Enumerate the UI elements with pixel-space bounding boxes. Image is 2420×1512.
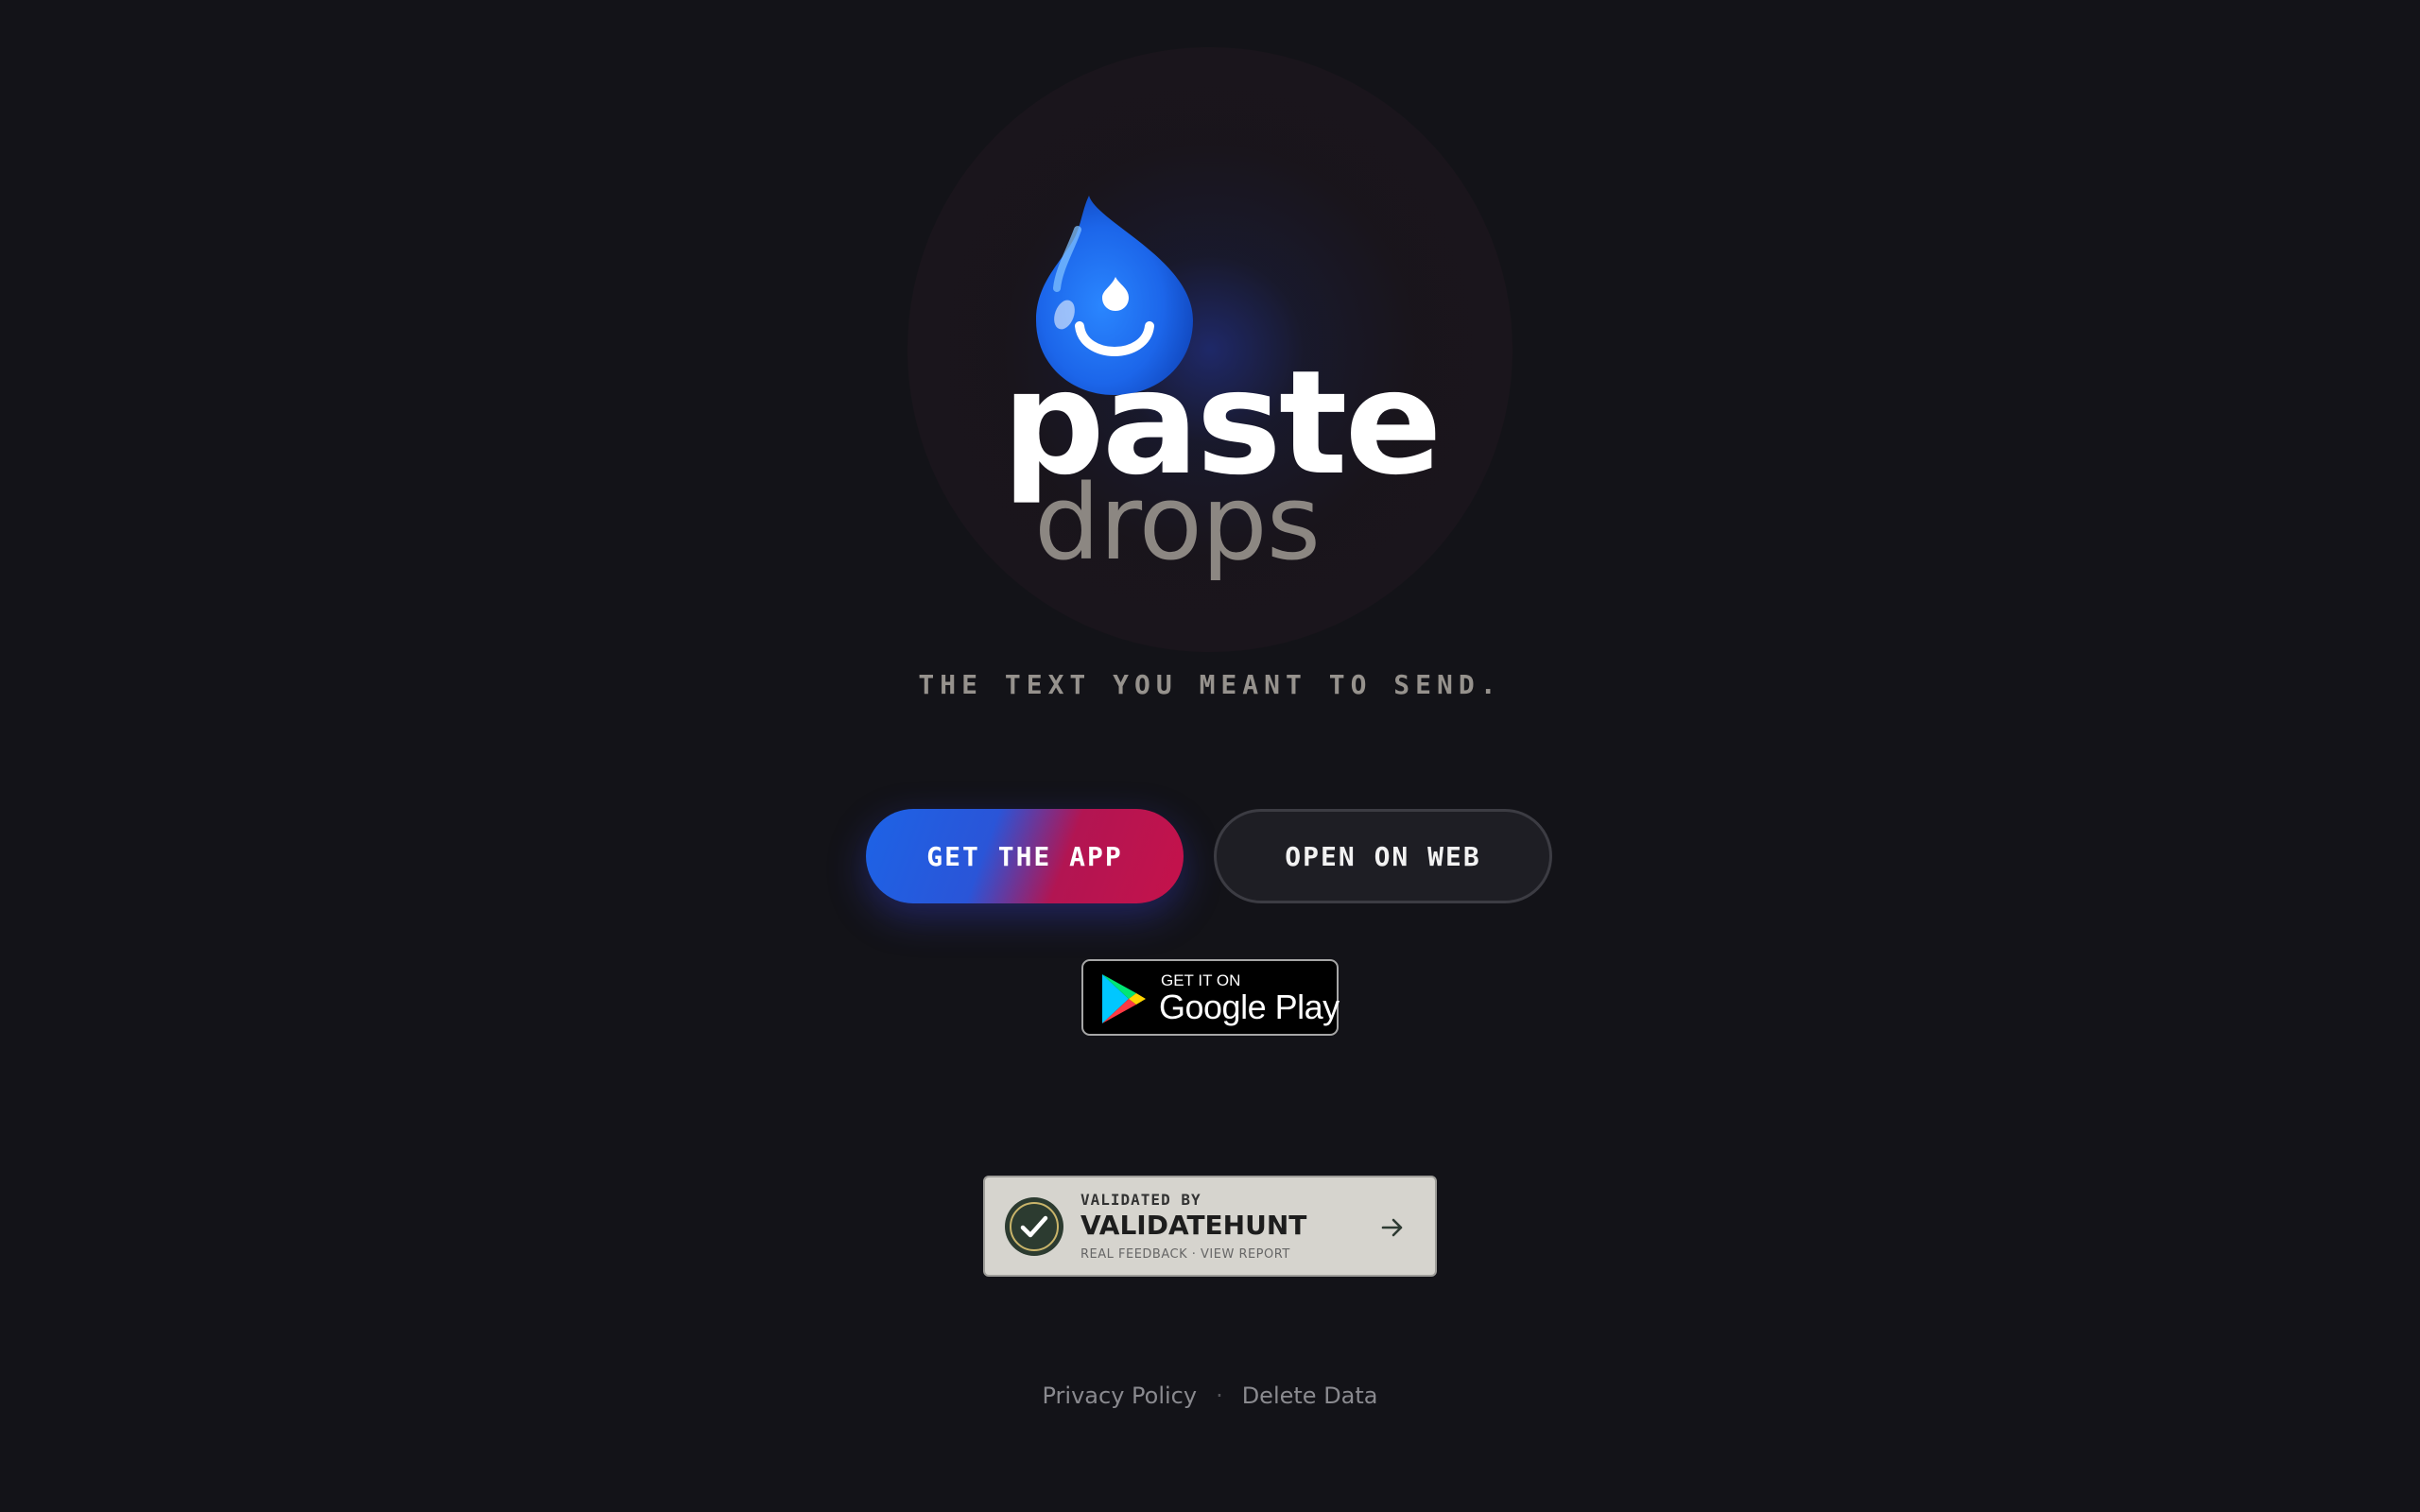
open-on-web-button[interactable]: OPEN ON WEB — [1214, 809, 1552, 903]
footer-links: Privacy Policy · Delete Data — [0, 1383, 2420, 1409]
google-play-big-text: Google Play — [1159, 988, 1340, 1026]
validatehunt-badge[interactable]: VALIDATED BY VALIDATEHUNT REAL FEEDBACK … — [983, 1176, 1437, 1277]
tagline: THE TEXT YOU MEANT TO SEND. — [918, 669, 1502, 700]
brand-word-drops: drops — [1034, 462, 1321, 583]
google-play-icon — [1102, 974, 1146, 1023]
view-report-label: REAL FEEDBACK · VIEW REPORT — [1080, 1247, 1290, 1262]
google-play-badge[interactable]: GET IT ON Google Play — [1081, 959, 1340, 1036]
delete-data-link[interactable]: Delete Data — [1242, 1383, 1378, 1409]
validated-by-label: VALIDATED BY — [1080, 1191, 1201, 1209]
landing-page: paste drops THE TEXT YOU MEANT TO SEND. … — [0, 0, 2420, 1512]
footer-separator: · — [1216, 1383, 1223, 1409]
validatehunt-label: VALIDATEHUNT — [1080, 1210, 1307, 1241]
check-badge-icon — [1005, 1197, 1063, 1256]
privacy-policy-link[interactable]: Privacy Policy — [1043, 1383, 1198, 1409]
arrow-right-icon — [1381, 1218, 1403, 1237]
get-the-app-button[interactable]: GET THE APP — [866, 809, 1184, 903]
